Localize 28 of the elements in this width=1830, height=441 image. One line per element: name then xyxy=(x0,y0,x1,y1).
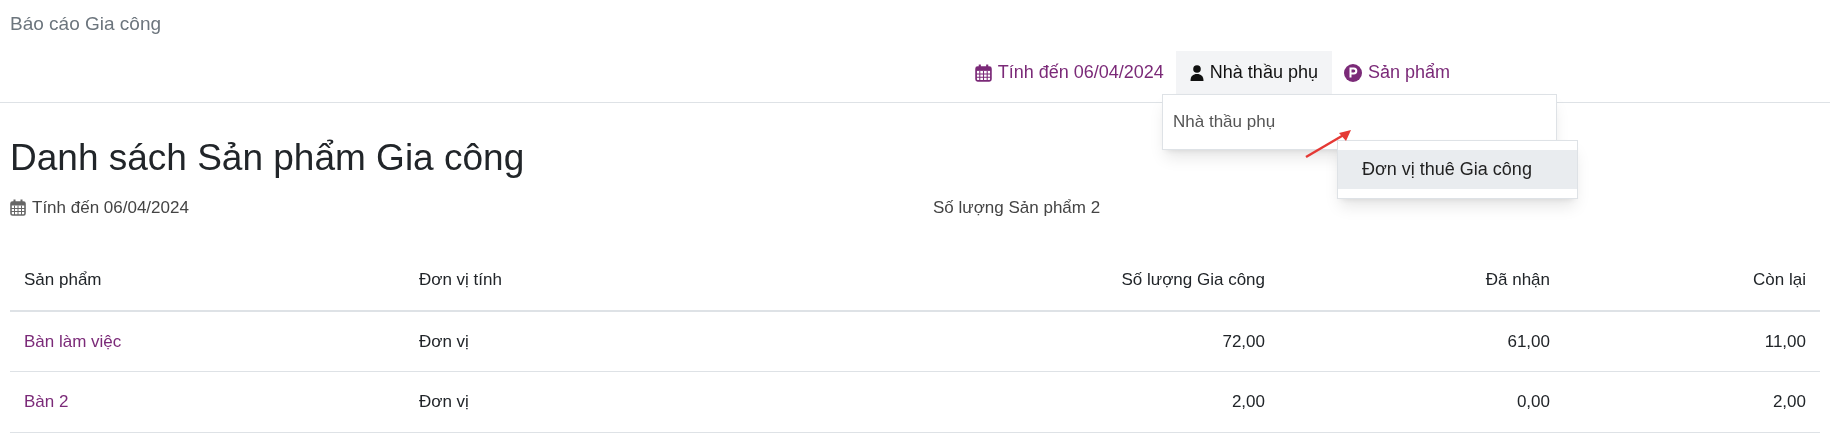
product-link[interactable]: Bàn làm việc xyxy=(24,331,122,351)
table-cell: 61,00 xyxy=(1507,331,1550,351)
product-badge-icon xyxy=(1343,63,1362,82)
table-cell: 72,00 xyxy=(1222,331,1265,351)
table-cell: Đơn vị xyxy=(419,331,469,351)
breadcrumb: Báo cáo Gia công xyxy=(10,12,162,36)
page-heading: Danh sách Sản phẩm Gia công xyxy=(10,136,525,180)
table-cell: 11,00 xyxy=(1764,331,1806,351)
column-header: Sản phẩm xyxy=(24,270,102,290)
table-cell: Đơn vị xyxy=(419,392,469,412)
column-header: Đơn vị tính xyxy=(419,270,502,290)
table-cell: 2,00 xyxy=(1772,392,1806,412)
product-link[interactable]: Bàn 2 xyxy=(24,392,69,412)
calendar-icon xyxy=(974,63,992,82)
table-cell: 2,00 xyxy=(1231,392,1265,412)
column-header: Đã nhận xyxy=(1485,270,1550,290)
table-cell: 0,00 xyxy=(1516,392,1550,412)
filter-button[interactable]: Nhà thầu phụ xyxy=(1175,50,1332,95)
user-icon xyxy=(1189,64,1204,81)
column-header: Còn lại xyxy=(1753,270,1806,290)
column-header: Số lượng Gia công xyxy=(1121,270,1265,290)
product-count: Số lượng Sản phẩm 2 xyxy=(933,197,1101,219)
as-of-date: Tính đến 06/04/2024 xyxy=(32,197,189,219)
calendar-icon xyxy=(10,199,26,217)
annotation-arrow xyxy=(1303,128,1353,160)
filter-button[interactable]: Tính đến 06/04/2024 xyxy=(964,50,1174,95)
suggestion-item[interactable]: Đơn vị thuê Gia công xyxy=(1338,150,1577,189)
filter-button[interactable]: Sản phẩm xyxy=(1333,50,1460,95)
